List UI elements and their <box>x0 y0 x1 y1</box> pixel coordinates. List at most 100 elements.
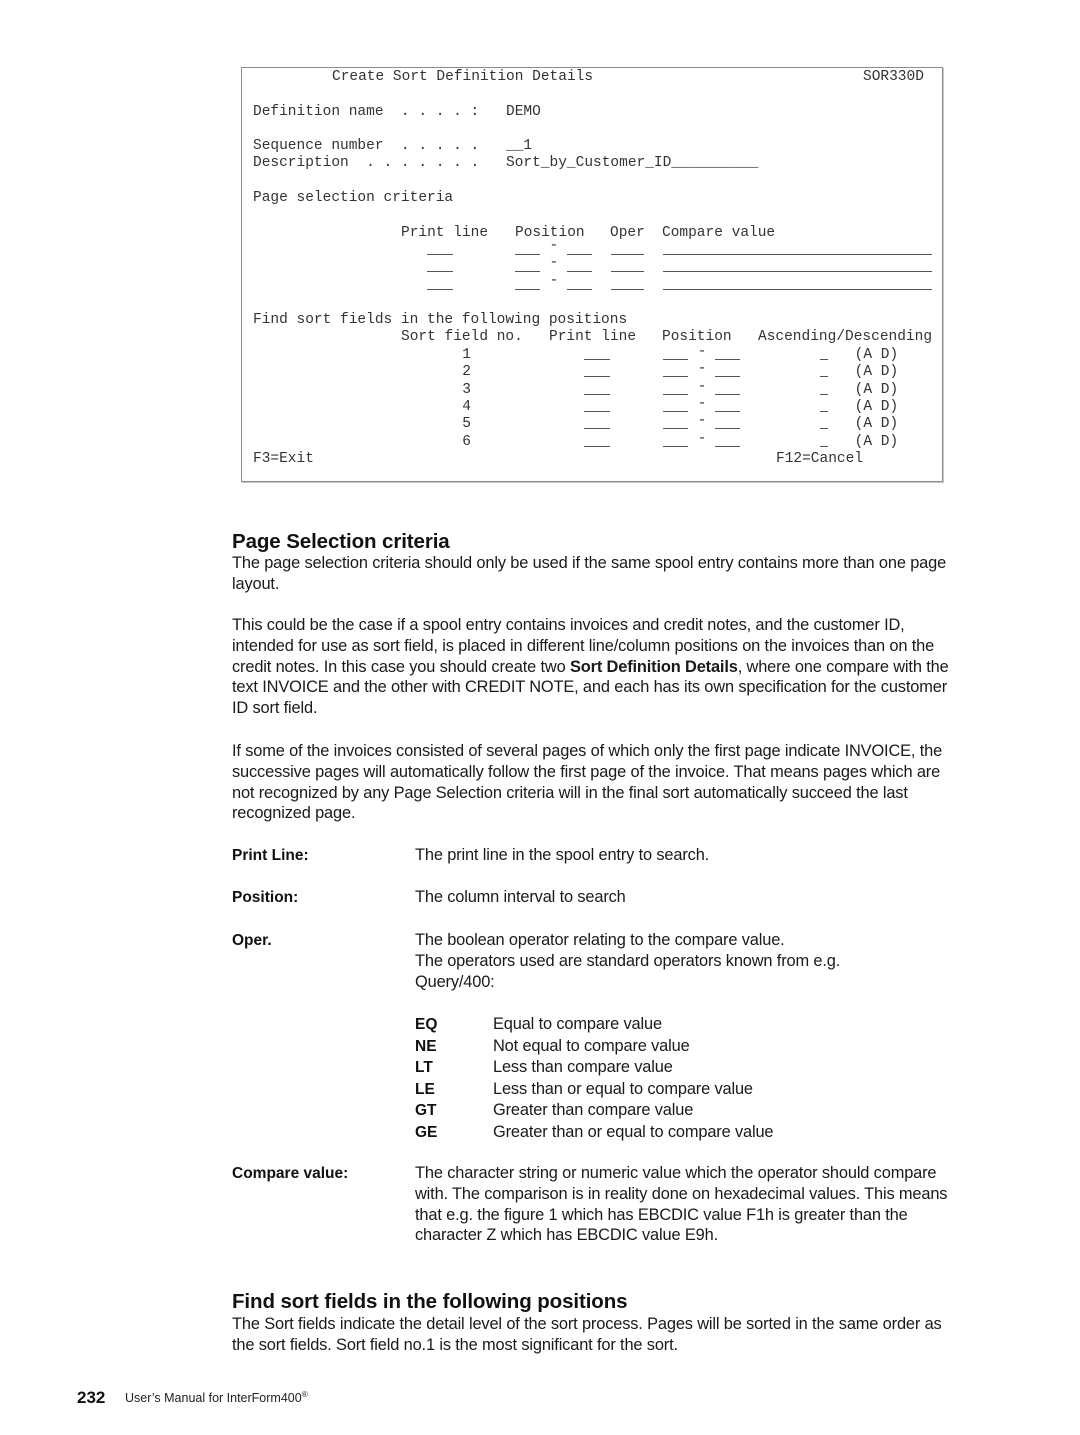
asc-desc-options: (A D) <box>854 347 899 363</box>
position-to-input[interactable] <box>566 277 593 290</box>
f12-cancel-key[interactable]: F12=Cancel <box>776 451 863 468</box>
paragraph-2-bold: Sort Definition Details <box>569 657 738 676</box>
paragraph-2: This could be the case if a spool entry … <box>232 615 952 719</box>
page-number: 232 <box>77 1388 106 1407</box>
compare-value-input[interactable] <box>662 259 933 273</box>
term-position: Position: <box>232 889 299 906</box>
term-print-line: Print Line: <box>232 847 309 864</box>
sort-position-to-input[interactable] <box>715 416 741 430</box>
position-to-input[interactable] <box>566 259 593 273</box>
sort-position-to-input[interactable] <box>715 434 741 447</box>
registered-trademark-mark: ® <box>301 1390 308 1399</box>
definition-name-row: Definition name . . . . : DEMO <box>242 104 541 121</box>
operator-code: GE <box>415 1124 438 1141</box>
sort-position-from-input[interactable] <box>662 364 688 378</box>
definition-name-value: DEMO <box>506 104 541 120</box>
header-sort-print-line: Print line <box>549 329 637 345</box>
header-sort-field-no: Sort field no. <box>401 329 523 345</box>
screen-title: Create Sort Definition Details <box>332 69 594 85</box>
oper-input[interactable] <box>610 259 645 273</box>
print-line-input[interactable] <box>427 277 453 290</box>
oper-input[interactable] <box>610 277 645 290</box>
asc-desc-input[interactable] <box>819 399 828 412</box>
operator-description: Greater than or equal to compare value <box>493 1123 774 1141</box>
sort-print-line-input[interactable] <box>584 382 610 395</box>
position-separator: - <box>549 238 559 254</box>
operator-description: Less than or equal to compare value <box>493 1079 753 1098</box>
position-separator: - <box>549 272 559 289</box>
asc-desc-input[interactable] <box>819 347 828 360</box>
sort-print-line-input[interactable] <box>584 364 610 378</box>
sort-print-line-input[interactable] <box>584 434 610 447</box>
position-from-input[interactable] <box>514 259 540 273</box>
compare-value-input[interactable] <box>662 242 933 255</box>
sequence-number-input[interactable]: __1 <box>506 138 532 155</box>
sort-fields-header-row: Sort field no. Print line Position Ascen… <box>242 329 932 346</box>
print-line-input[interactable] <box>427 259 453 273</box>
asc-desc-options: (A D) <box>854 416 899 433</box>
manual-title: User’s Manual for InterForm400® <box>125 1390 308 1405</box>
header-oper: Oper <box>610 225 645 241</box>
sequence-number-label: Sequence number . . . . . <box>253 138 480 154</box>
operator-code: EQ <box>415 1016 438 1033</box>
sort-position-to-input[interactable] <box>715 399 741 412</box>
sort-print-line-input[interactable] <box>584 347 610 360</box>
desc-compare-value: The character string or numeric value wh… <box>415 1164 948 1245</box>
sort-fields-label-row: Find sort fields in the following positi… <box>242 312 627 329</box>
sort-position-from-input[interactable] <box>662 416 688 430</box>
operator-code: LE <box>415 1080 435 1098</box>
sort-position-to-input[interactable] <box>715 382 741 395</box>
asc-desc-input[interactable] <box>819 416 828 430</box>
sequence-number-row: Sequence number . . . . . __1 <box>242 138 532 155</box>
paragraph-1: The page selection criteria should only … <box>232 554 947 593</box>
paragraph-3: If some of the invoices consisted of sev… <box>232 742 943 823</box>
paragraph-4: The Sort fields indicate the detail leve… <box>232 1315 942 1354</box>
description-input[interactable]: Sort_by_Customer_ID__________ <box>506 155 758 172</box>
print-line-input[interactable] <box>427 242 453 255</box>
position-to-input[interactable] <box>566 242 593 255</box>
sort-position-to-input[interactable] <box>715 347 741 360</box>
operator-description: Not equal to compare value <box>493 1036 690 1055</box>
sort-field-number: 4 <box>462 398 471 415</box>
sort-position-to-input[interactable] <box>715 364 741 378</box>
oper-input[interactable] <box>610 242 645 255</box>
sort-position-from-input[interactable] <box>662 347 688 360</box>
sort-position-from-input[interactable] <box>662 399 688 412</box>
screen-title-row: Create Sort Definition Details SOR330D <box>242 69 924 86</box>
screen-id: SOR330D <box>863 69 924 85</box>
operator-description: Greater than compare value <box>493 1101 694 1120</box>
term-compare-value: Compare value: <box>232 1165 349 1182</box>
header-print-line: Print line <box>401 225 489 241</box>
position-from-input[interactable] <box>514 242 540 255</box>
definition-name-label: Definition name . . . . : <box>253 104 480 120</box>
sort-print-line-input[interactable] <box>584 399 610 412</box>
compare-value-input[interactable] <box>662 277 933 290</box>
asc-desc-input[interactable] <box>819 382 828 395</box>
function-keys-row: F3=Exit F12=Cancel <box>242 451 863 468</box>
page-selection-label-row: Page selection criteria <box>242 190 453 207</box>
sort-field-number: 1 <box>462 347 471 363</box>
asc-desc-input[interactable] <box>819 364 828 378</box>
position-separator: - <box>549 255 559 272</box>
manual-title-text: User’s Manual for InterForm400 <box>125 1391 302 1405</box>
asc-desc-options: (A D) <box>854 398 899 415</box>
operator-code: NE <box>415 1037 437 1055</box>
position-from-input[interactable] <box>514 277 540 290</box>
sort-position-from-input[interactable] <box>662 434 688 447</box>
header-asc-desc: Ascending/Descending <box>758 329 933 345</box>
sort-position-separator: - <box>697 378 707 395</box>
term-oper: Oper. <box>232 932 272 949</box>
operator-code: LT <box>415 1059 433 1077</box>
sort-field-number: 3 <box>462 381 471 398</box>
terminal-screen: Create Sort Definition Details SOR330D D… <box>241 67 943 482</box>
f3-exit-key[interactable]: F3=Exit <box>253 451 314 468</box>
sort-position-separator: - <box>697 430 707 447</box>
asc-desc-options: (A D) <box>854 364 899 381</box>
section-heading-page-selection: Page Selection criteria <box>232 530 450 553</box>
sort-print-line-input[interactable] <box>584 416 610 430</box>
asc-desc-input[interactable] <box>819 434 828 447</box>
desc-position: The column interval to search <box>415 888 626 906</box>
operator-code: GT <box>415 1102 437 1120</box>
sort-position-separator: - <box>697 395 707 412</box>
sort-position-from-input[interactable] <box>662 382 688 395</box>
